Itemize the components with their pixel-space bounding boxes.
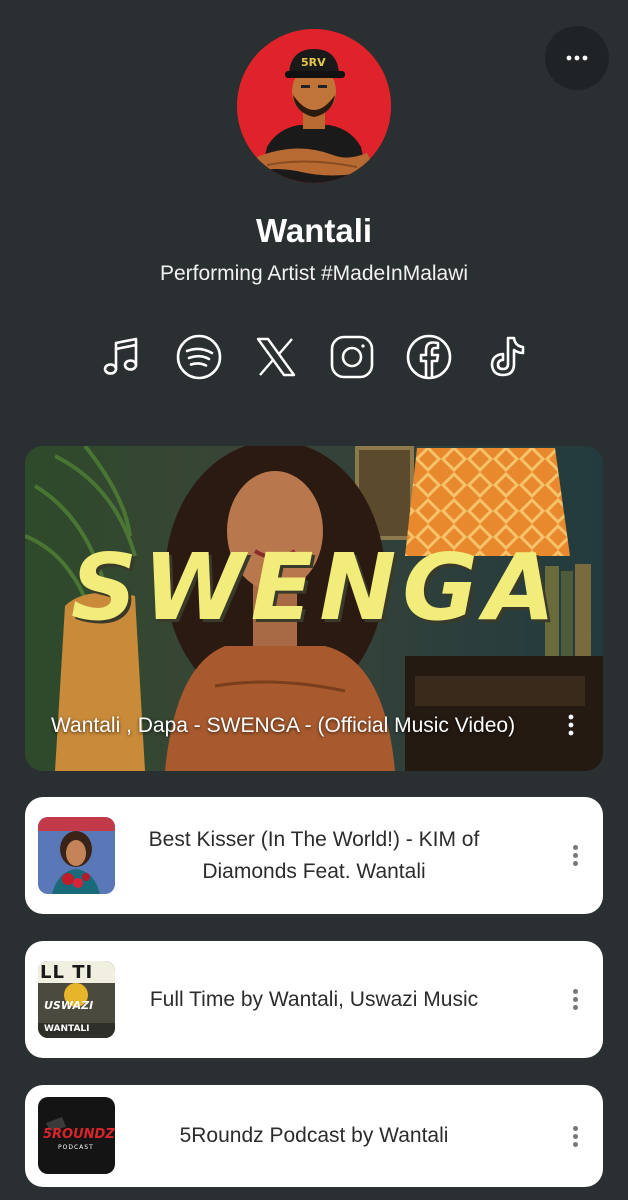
- link-thumbnail: [38, 817, 115, 894]
- video-thumbnail-title: SWENGA: [70, 534, 562, 641]
- thumb-text-bot: WANTALI: [44, 1024, 90, 1034]
- thumb-text: 5ROUNDZ: [43, 1127, 115, 1142]
- instagram-link[interactable]: [327, 332, 377, 382]
- link-card[interactable]: LL TI USWAZI WANTALI Full Time by Wantal…: [25, 941, 603, 1058]
- x-link[interactable]: [251, 332, 301, 382]
- facebook-icon: [406, 334, 452, 380]
- video-more-icon[interactable]: [567, 714, 575, 741]
- thumb-text-mid: USWAZI: [44, 999, 94, 1012]
- avatar: 5RV: [237, 29, 391, 183]
- spotify-link[interactable]: [174, 332, 224, 382]
- social-links: [97, 330, 531, 384]
- facebook-link[interactable]: [404, 332, 454, 382]
- link-thumbnail: 5ROUNDZ PODCAST: [38, 1097, 115, 1174]
- music-link[interactable]: [97, 332, 147, 382]
- avatar-cap-text: 5RV: [301, 56, 326, 69]
- link-more-icon[interactable]: [569, 989, 581, 1010]
- link-thumbnail: LL TI USWAZI WANTALI: [38, 961, 115, 1038]
- tiktok-link[interactable]: [481, 332, 531, 382]
- instagram-icon: [331, 335, 374, 379]
- spotify-icon: [176, 334, 222, 380]
- more-horizontal-icon: [566, 55, 588, 61]
- link-card[interactable]: 5ROUNDZ PODCAST 5Roundz Podcast by Wanta…: [25, 1085, 603, 1187]
- x-icon: [256, 337, 295, 377]
- link-card[interactable]: Best Kisser (In The World!) - KIM of Dia…: [25, 797, 603, 914]
- profile-name: Wantali: [255, 212, 373, 249]
- tiktok-icon: [490, 336, 525, 377]
- thumb-text-top: LL TI: [40, 962, 94, 983]
- thumb-subtext: PODCAST: [58, 1144, 94, 1151]
- profile-bio: Performing Artist #MadeInMalawi: [159, 262, 469, 285]
- featured-video-card[interactable]: SWENGA Wantali , Dapa - SWENGA - (Offici…: [25, 446, 603, 771]
- music-note-icon: [103, 337, 138, 375]
- video-title: Wantali , Dapa - SWENGA - (Official Musi…: [51, 714, 516, 737]
- link-more-icon[interactable]: [569, 845, 581, 866]
- more-options-button[interactable]: [545, 26, 609, 90]
- link-more-icon[interactable]: [569, 1125, 581, 1147]
